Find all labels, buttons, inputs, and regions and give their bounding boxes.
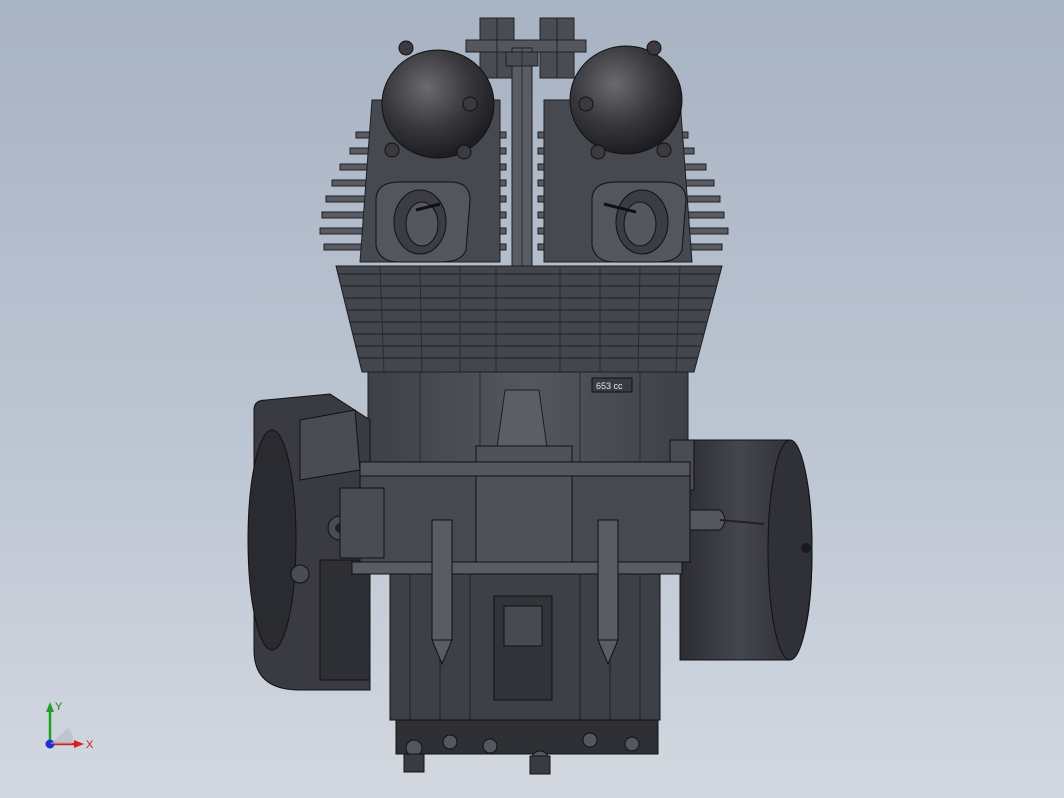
right-exhaust-port[interactable] [591, 181, 687, 263]
plane-indicator [50, 728, 74, 744]
right-stud[interactable] [597, 519, 619, 666]
cylinder-barrel[interactable] [335, 265, 723, 373]
left-exhaust-port[interactable] [375, 181, 471, 263]
graphics-viewport[interactable]: 653 cc X Y [0, 0, 1064, 798]
y-arrow-icon [46, 702, 54, 712]
oil-sump[interactable] [389, 573, 661, 721]
x-axis-label: X [86, 739, 94, 751]
bottom-linkage[interactable] [395, 719, 659, 775]
left-valve-cover[interactable] [381, 40, 495, 160]
displacement-badge: 653 cc [591, 377, 633, 393]
lower-crossbar[interactable] [351, 561, 683, 575]
left-stud[interactable] [431, 519, 453, 666]
displacement-label: 653 cc [596, 381, 623, 391]
engine-model[interactable]: 653 cc [0, 0, 1064, 798]
x-arrow-icon [74, 740, 84, 748]
y-axis-label: Y [55, 701, 63, 713]
axis-triad: X Y [45, 701, 94, 751]
crankcase[interactable] [339, 445, 691, 567]
